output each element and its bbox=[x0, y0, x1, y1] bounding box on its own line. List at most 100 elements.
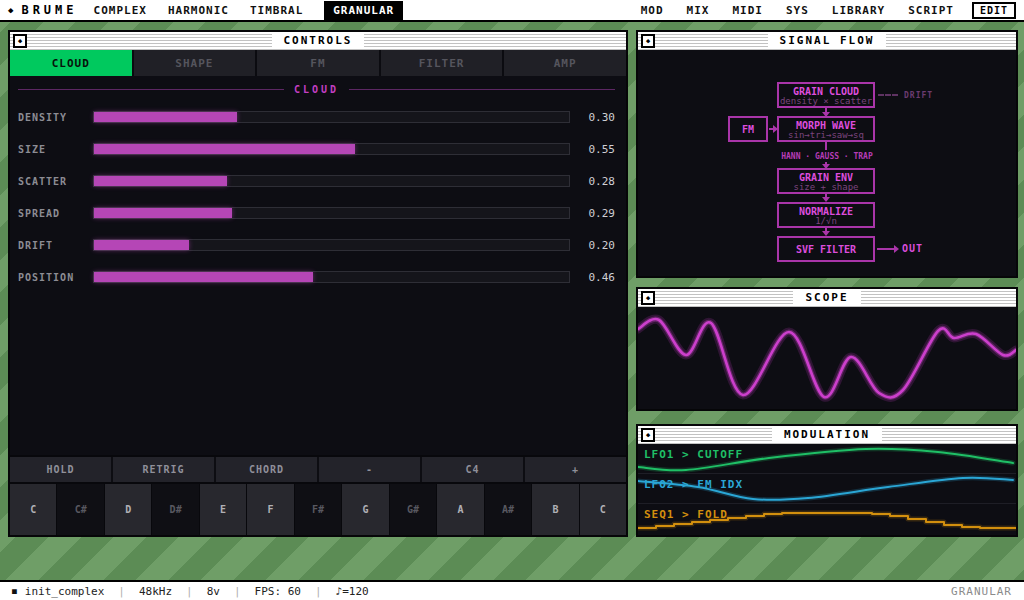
menu-item-mod[interactable]: MOD bbox=[641, 4, 664, 17]
flow-arrow bbox=[825, 108, 827, 112]
perf-button-sym[interactable]: - bbox=[319, 457, 422, 482]
key-fsharp-6[interactable]: F# bbox=[295, 484, 342, 535]
signal-flow-diagram: GRAIN CLOUD density × scatter DRIFT FM M… bbox=[638, 50, 1016, 276]
key-e-4[interactable]: E bbox=[200, 484, 247, 535]
out-arrow bbox=[877, 248, 894, 250]
controls-tab-cloud[interactable]: CLOUD bbox=[10, 50, 134, 76]
status-separator: | bbox=[315, 585, 322, 598]
perf-button-sym[interactable]: + bbox=[525, 457, 626, 482]
flow-arrow bbox=[825, 162, 827, 164]
slider-track-density[interactable] bbox=[93, 111, 570, 123]
key-f-5[interactable]: F bbox=[247, 484, 294, 535]
key-a-9[interactable]: A bbox=[437, 484, 484, 535]
status-mode-label: GRANULAR bbox=[951, 585, 1012, 598]
slider-track-size[interactable] bbox=[93, 143, 570, 155]
key-dsharp-3[interactable]: D# bbox=[152, 484, 199, 535]
key-asharp-10[interactable]: A# bbox=[485, 484, 532, 535]
mod-lane-label: LFO2 > FM IDX bbox=[644, 478, 743, 491]
panel-widget-icon[interactable]: ◆ bbox=[13, 34, 27, 48]
topbar-tab-harmonic[interactable]: HARMONIC bbox=[168, 2, 229, 19]
flow-arrow bbox=[825, 228, 827, 231]
topbar-tab-granular[interactable]: GRANULAR bbox=[324, 1, 403, 20]
key-csharp-1[interactable]: C# bbox=[57, 484, 104, 535]
panel-widget-icon[interactable]: ◆ bbox=[641, 34, 655, 48]
perf-button-c4[interactable]: C4 bbox=[422, 457, 525, 482]
slider-label: SPREAD bbox=[18, 208, 93, 219]
modulation-lanes: LFO1 > CUTOFF LFO2 > FM IDX SEQ1 > FOLD bbox=[638, 444, 1016, 535]
slider-value: 0.46 bbox=[570, 271, 615, 284]
controls-tab-amp[interactable]: AMP bbox=[504, 50, 626, 76]
mod-lane-seq1-fold: SEQ1 > FOLD bbox=[638, 504, 1016, 534]
controls-tabbar: CLOUDSHAPEFMFILTERAMP bbox=[10, 50, 626, 76]
menu-item-library[interactable]: LIBRARY bbox=[832, 4, 885, 17]
controls-tab-shape[interactable]: SHAPE bbox=[134, 50, 258, 76]
mod-lane-label: SEQ1 > FOLD bbox=[644, 508, 728, 521]
slider-track-drift[interactable] bbox=[93, 239, 570, 251]
status-separator: | bbox=[118, 585, 125, 598]
section-label: CLOUD bbox=[294, 84, 339, 95]
scope-header: ◆ SCOPE bbox=[638, 289, 1016, 307]
key-c-0[interactable]: C bbox=[10, 484, 57, 535]
panel-widget-icon[interactable]: ◆ bbox=[641, 291, 655, 305]
mod-lane-lfo1-cutoff: LFO1 > CUTOFF bbox=[638, 444, 1016, 474]
edit-button[interactable]: EDIT bbox=[972, 2, 1016, 19]
modulation-panel: ◆ MODULATION LFO1 > CUTOFF LFO2 > FM IDX S… bbox=[636, 424, 1018, 537]
perf-button-hold[interactable]: HOLD bbox=[10, 457, 113, 482]
key-gsharp-8[interactable]: G# bbox=[390, 484, 437, 535]
slider-row-spread: SPREAD0.29 bbox=[18, 197, 615, 229]
perf-button-retrig[interactable]: RETRIG bbox=[113, 457, 216, 482]
slider-track-scatter[interactable] bbox=[93, 175, 570, 187]
perf-button-chord[interactable]: CHORD bbox=[216, 457, 319, 482]
flow-line bbox=[825, 142, 827, 150]
controls-tab-filter[interactable]: FILTER bbox=[381, 50, 505, 76]
signal-flow-panel: ◆ SIGNAL FLOW GRAIN CLOUD density × scat… bbox=[636, 30, 1018, 278]
node-morph-wave[interactable]: MORPH WAVE sin→tri→saw→sq bbox=[777, 116, 875, 142]
panel-widget-icon[interactable]: ◆ bbox=[641, 428, 655, 442]
modulation-header: ◆ MODULATION bbox=[638, 426, 1016, 444]
topbar-tab-complex[interactable]: COMPLEX bbox=[94, 2, 147, 19]
menu-item-script[interactable]: SCRIPT bbox=[908, 4, 954, 17]
node-grain-env[interactable]: GRAIN ENV size + shape bbox=[777, 168, 875, 194]
scope-panel: ◆ SCOPE bbox=[636, 287, 1018, 411]
mod-lane-lfo2-fm-idx: LFO2 > FM IDX bbox=[638, 474, 1016, 504]
slider-fill bbox=[94, 208, 232, 218]
status-item-3: FPS: 60 bbox=[255, 585, 301, 598]
menu-item-midi[interactable]: MIDI bbox=[732, 4, 763, 17]
keyboard: CC#DD#EFF#GG#AA#BC bbox=[10, 482, 626, 535]
slider-track-spread[interactable] bbox=[93, 207, 570, 219]
key-c-12[interactable]: C bbox=[580, 484, 626, 535]
status-bar: ■ init_complex|48kHz|8v|FPS: 60|♪=120 GR… bbox=[0, 580, 1024, 600]
controls-panel: ◆ CONTROLS CLOUDSHAPEFMFILTERAMP CLOUD D… bbox=[8, 30, 628, 537]
key-g-7[interactable]: G bbox=[342, 484, 389, 535]
slider-row-scatter: SCATTER0.28 bbox=[18, 165, 615, 197]
out-label: OUT bbox=[902, 243, 923, 254]
drift-dash-line bbox=[878, 94, 898, 96]
slider-track-position[interactable] bbox=[93, 271, 570, 283]
key-d-2[interactable]: D bbox=[105, 484, 152, 535]
topbar-tab-timbral[interactable]: TIMBRAL bbox=[250, 2, 303, 19]
menu-item-mix[interactable]: MIX bbox=[687, 4, 710, 17]
slider-value: 0.30 bbox=[570, 111, 615, 124]
key-b-11[interactable]: B bbox=[532, 484, 579, 535]
engine-tabs: COMPLEX HARMONIC TIMBRAL GRANULAR bbox=[94, 1, 404, 20]
menu-bar: ◆ BRUME COMPLEXHARMONICTIMBRALGRANULAR M… bbox=[0, 0, 1024, 22]
node-normalize[interactable]: NORMALIZE 1/√n bbox=[777, 202, 875, 228]
modulation-title: MODULATION bbox=[772, 427, 882, 443]
env-windows-label: HANN · GAUSS · TRAP bbox=[638, 152, 1016, 161]
scope-waveform bbox=[638, 307, 1016, 409]
node-fm[interactable]: FM bbox=[728, 116, 768, 142]
controls-panel-header: ◆ CONTROLS bbox=[10, 32, 626, 50]
app-title: BRUME bbox=[21, 3, 77, 17]
slider-row-position: POSITION0.46 bbox=[18, 261, 615, 293]
status-items: init_complex|48kHz|8v|FPS: 60|♪=120 bbox=[25, 585, 369, 598]
node-svf-filter[interactable]: SVF FILTER bbox=[777, 236, 875, 262]
slider-fill bbox=[94, 272, 313, 282]
slider-row-drift: DRIFT0.20 bbox=[18, 229, 615, 261]
slider-value: 0.28 bbox=[570, 175, 615, 188]
node-grain-cloud[interactable]: GRAIN CLOUD density × scatter bbox=[777, 82, 875, 108]
global-menu: MOD MIX MIDI SYS LIBRARY SCRIPT bbox=[618, 4, 954, 17]
controls-tab-fm[interactable]: FM bbox=[257, 50, 381, 76]
menu-item-sys[interactable]: SYS bbox=[786, 4, 809, 17]
slider-fill bbox=[94, 144, 355, 154]
menu-right: MOD MIX MIDI SYS LIBRARY SCRIPT EDIT bbox=[618, 2, 1016, 19]
